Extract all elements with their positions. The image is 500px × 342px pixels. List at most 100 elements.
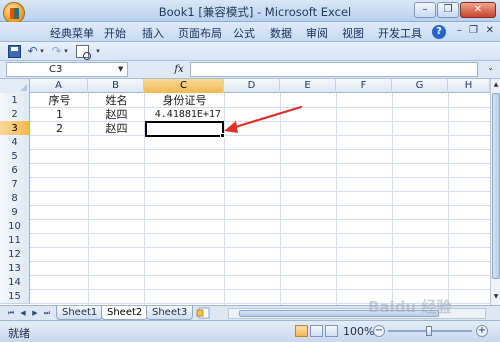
row-header-9[interactable]: 9	[0, 205, 30, 220]
column-header-g[interactable]: G	[392, 79, 448, 93]
cell-c1[interactable]: 身份证号	[145, 93, 224, 108]
save-icon[interactable]	[8, 45, 21, 58]
gridline	[30, 163, 490, 164]
row-header-6[interactable]: 6	[0, 163, 30, 178]
row-header-11[interactable]: 11	[0, 233, 30, 248]
row-header-12[interactable]: 12	[0, 247, 30, 262]
redo-dropdown-icon[interactable]: ▾	[62, 45, 70, 58]
zoom-slider-thumb[interactable]	[426, 326, 432, 336]
minimize-button[interactable]: –	[414, 2, 436, 18]
first-sheet-icon[interactable]: ⏮	[6, 308, 16, 319]
print-preview-icon[interactable]	[76, 45, 91, 60]
tab-review[interactable]: 审阅	[306, 25, 328, 41]
vertical-scroll-thumb[interactable]	[492, 93, 500, 279]
column-headers: A B C D E F G H	[0, 79, 500, 93]
gridline	[30, 205, 490, 206]
cell-b2[interactable]: 赵四	[89, 107, 144, 122]
gridline	[30, 233, 490, 234]
gridline	[30, 261, 490, 262]
column-header-b[interactable]: B	[88, 79, 144, 93]
next-sheet-icon[interactable]: ▶	[30, 308, 40, 319]
tab-data[interactable]: 数据	[270, 25, 292, 41]
cell-c2[interactable]: 4.41881E+17	[145, 107, 224, 122]
row-header-7[interactable]: 7	[0, 177, 30, 192]
column-header-f[interactable]: F	[336, 79, 392, 93]
formula-input[interactable]	[190, 62, 478, 77]
zoom-in-button[interactable]: +	[476, 325, 488, 337]
title-bar: Book1 [兼容模式] - Microsoft Excel – ❐ ✕	[0, 0, 500, 24]
row-header-2[interactable]: 2	[0, 107, 30, 122]
normal-view-icon[interactable]	[295, 325, 308, 337]
help-icon[interactable]: ?	[432, 25, 446, 39]
tab-formulas[interactable]: 公式	[233, 25, 255, 41]
column-header-d[interactable]: D	[224, 79, 280, 93]
sheet-tab-sheet1[interactable]: Sheet1	[56, 306, 104, 320]
quick-access-toolbar: ↶ ▾ ↷ ▾ ▾	[0, 42, 500, 61]
cell-a3[interactable]: 2	[31, 121, 88, 136]
active-cell-border[interactable]	[145, 121, 224, 137]
customize-qat-icon[interactable]: ▾	[94, 45, 102, 58]
cell-a1[interactable]: 序号	[31, 93, 88, 108]
column-header-c[interactable]: C	[144, 79, 224, 93]
gridline	[30, 149, 490, 150]
row-header-8[interactable]: 8	[0, 191, 30, 206]
cell-b3[interactable]: 赵四	[89, 121, 144, 136]
column-header-a[interactable]: A	[30, 79, 88, 93]
restore-icon: ❐	[443, 4, 453, 15]
page-break-view-icon[interactable]	[325, 325, 338, 337]
row-header-4[interactable]: 4	[0, 135, 30, 150]
window-title: Book1 [兼容模式] - Microsoft Excel	[158, 5, 352, 19]
gridline	[336, 93, 337, 305]
expand-formula-bar-icon[interactable]: ⌄	[487, 63, 494, 72]
insert-sheet-icon[interactable]	[196, 307, 212, 319]
gridline	[30, 247, 490, 248]
undo-dropdown-icon[interactable]: ▾	[38, 45, 46, 58]
workbook-minimize-icon[interactable]: –	[457, 25, 462, 36]
restore-button[interactable]: ❐	[437, 2, 459, 18]
name-box-dropdown-icon[interactable]: ▼	[118, 62, 123, 77]
tab-insert[interactable]: 插入	[142, 25, 164, 41]
fill-handle[interactable]	[220, 133, 225, 138]
page-layout-view-icon[interactable]	[310, 325, 323, 337]
sheet-tab-sheet2[interactable]: Sheet2	[101, 306, 149, 320]
sheet-tab-sheet3[interactable]: Sheet3	[146, 306, 194, 320]
row-header-5[interactable]: 5	[0, 149, 30, 164]
status-bar: 就绪 100% − +	[0, 320, 500, 342]
cell-b1[interactable]: 姓名	[89, 93, 144, 108]
gridline	[30, 289, 490, 290]
scroll-down-icon[interactable]: ▼	[491, 293, 500, 300]
close-button[interactable]: ✕	[460, 2, 496, 18]
close-icon: ✕	[473, 4, 483, 15]
row-header-13[interactable]: 13	[0, 261, 30, 276]
zoom-out-button[interactable]: −	[373, 325, 385, 337]
row-header-3[interactable]: 3	[0, 121, 30, 136]
zoom-level[interactable]: 100%	[343, 325, 374, 338]
select-all-button[interactable]	[0, 79, 30, 93]
tab-home[interactable]: 开始	[104, 25, 126, 41]
gridline	[280, 93, 281, 305]
tab-developer[interactable]: 开发工具	[378, 25, 422, 41]
gridline	[448, 93, 449, 305]
row-header-14[interactable]: 14	[0, 275, 30, 290]
office-button[interactable]	[3, 2, 25, 24]
worksheet-grid[interactable]: A B C D E F G H 1 2 3 4 5 6 7 8 9 10 11 …	[0, 79, 500, 305]
scroll-up-icon[interactable]: ▲	[491, 81, 500, 88]
workbook-close-icon[interactable]: ✕	[486, 25, 494, 36]
cell-a2[interactable]: 1	[31, 107, 88, 122]
tab-classic-menu[interactable]: 经典菜单	[50, 25, 94, 41]
gridline	[30, 219, 490, 220]
column-header-h[interactable]: H	[448, 79, 490, 93]
last-sheet-icon[interactable]: ⏭	[42, 308, 52, 319]
insert-function-button[interactable]: fx	[170, 62, 188, 77]
tab-page-layout[interactable]: 页面布局	[178, 25, 222, 41]
ribbon-tabs: 经典菜单 开始 插入 页面布局 公式 数据 审阅 视图 开发工具 ? – ❐ ✕	[0, 22, 500, 42]
row-header-15[interactable]: 15	[0, 289, 30, 304]
prev-sheet-icon[interactable]: ◀	[18, 308, 28, 319]
row-header-1[interactable]: 1	[0, 93, 30, 108]
name-box[interactable]: C3	[6, 62, 128, 77]
tab-view[interactable]: 视图	[342, 25, 364, 41]
vertical-scrollbar[interactable]: ▲ ▼	[490, 79, 500, 305]
workbook-restore-icon[interactable]: ❐	[469, 25, 478, 36]
row-header-10[interactable]: 10	[0, 219, 30, 234]
column-header-e[interactable]: E	[280, 79, 336, 93]
